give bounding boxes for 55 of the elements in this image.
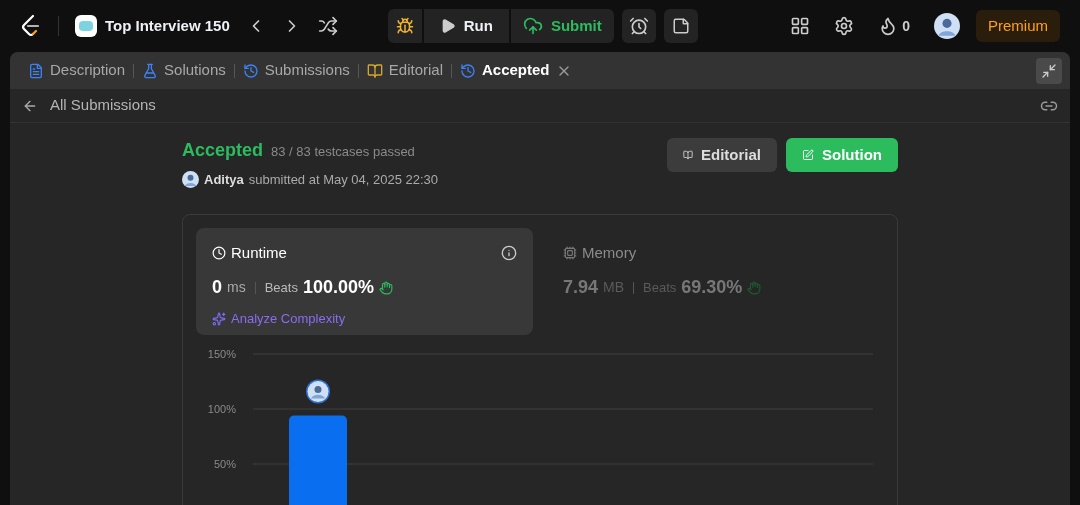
note-icon (671, 17, 690, 35)
document-icon (28, 62, 44, 79)
minimize-icon (1041, 62, 1057, 79)
beats-value: 100.00% (302, 276, 374, 299)
status-text: Accepted (182, 139, 264, 162)
all-submissions-link[interactable]: All Submissions (50, 94, 156, 117)
notes-button[interactable] (663, 9, 698, 43)
beats-label: Beats (264, 278, 298, 297)
history-icon (460, 62, 476, 79)
axis-tick-label: 100% (207, 402, 236, 415)
tab[interactable]: Description (26, 59, 128, 82)
settings-icon[interactable] (834, 16, 855, 36)
minimize-button[interactable] (1036, 57, 1062, 84)
testcases-text: 83 / 83 testcases passed (271, 143, 415, 161)
sparkle-icon (212, 311, 226, 326)
editorial-button[interactable]: Editorial (667, 138, 777, 172)
info-icon[interactable] (501, 244, 517, 261)
shuffle-icon[interactable] (317, 16, 338, 36)
book-icon (366, 62, 383, 79)
study-plan-title[interactable]: Top Interview 150 (105, 14, 230, 38)
edit-icon (802, 147, 814, 163)
grid-icon[interactable] (790, 16, 811, 36)
tab[interactable]: Solutions (140, 59, 228, 82)
submit-button[interactable]: Submit (510, 9, 614, 43)
metric-title: Runtime (231, 242, 287, 263)
study-plan-icon (75, 15, 97, 37)
beats-value: 69.30% (681, 276, 743, 299)
clock-icon (212, 245, 226, 260)
metric-title: Memory (582, 242, 637, 263)
streak-count: 0 (902, 16, 910, 36)
submitted-time: submitted at May 04, 2025 22:30 (248, 171, 439, 189)
tab[interactable]: Editorial (364, 59, 445, 82)
metric-value: 0 (212, 276, 222, 299)
history-icon (242, 62, 259, 79)
tab[interactable]: Submissions (240, 59, 352, 82)
metric-card[interactable]: Runtime 0 ms Beats 100.00% Analyze Complexity (196, 227, 533, 335)
timer-button[interactable] (621, 9, 656, 43)
run-button[interactable]: Run (423, 9, 509, 43)
user-avatar-marker (306, 379, 330, 404)
flask-icon (142, 62, 159, 79)
user-avatar (182, 171, 199, 189)
axis-tick-label: 50% (213, 457, 236, 470)
metric-unit: ms (227, 278, 246, 297)
user-name[interactable]: Aditya (204, 170, 244, 190)
tab[interactable]: Accepted (458, 59, 552, 82)
logo-icon[interactable] (20, 14, 42, 38)
alarm-clock-icon (628, 16, 649, 36)
cloud-upload-icon (522, 16, 543, 36)
axis-tick-label: 150% (207, 347, 236, 360)
user-avatar (934, 13, 960, 39)
chip-icon (563, 245, 577, 260)
metric-value: 7.94 (563, 276, 599, 299)
premium-button[interactable]: Premium (976, 10, 1060, 42)
debug-button[interactable] (387, 9, 422, 43)
bug-icon (395, 17, 414, 35)
